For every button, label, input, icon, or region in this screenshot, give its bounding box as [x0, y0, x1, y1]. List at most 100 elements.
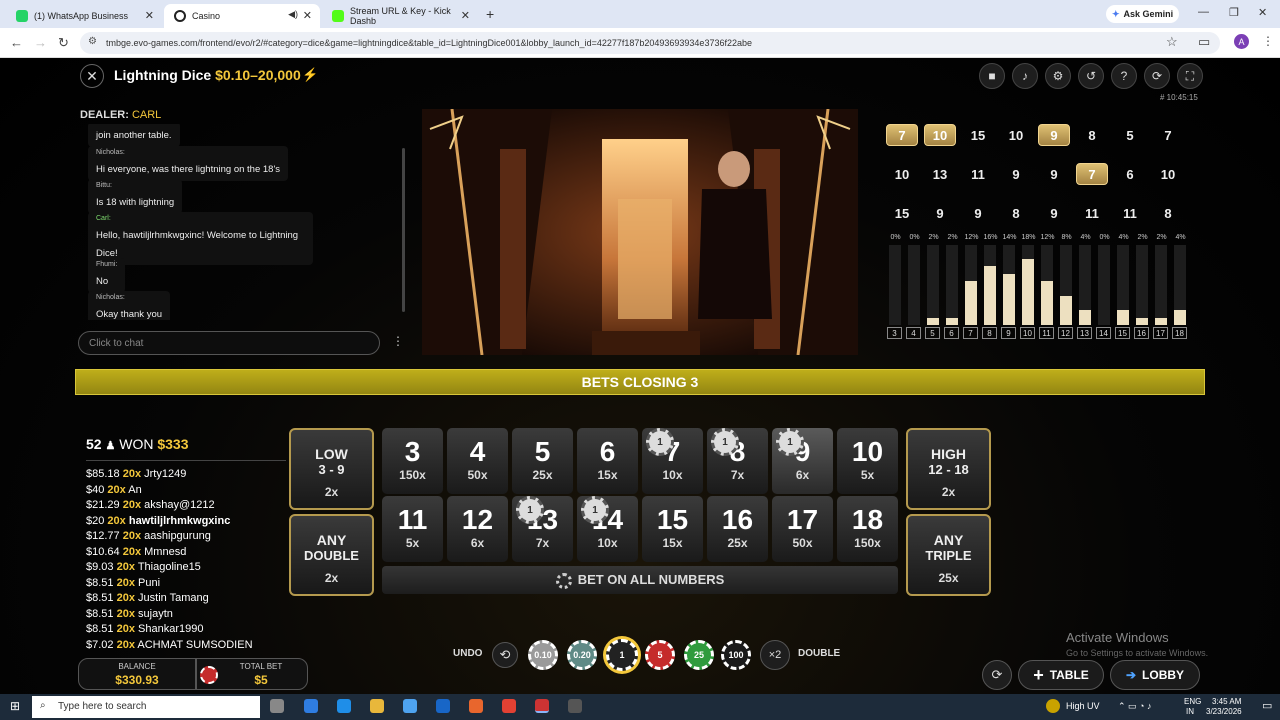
tab-title: Casino	[192, 11, 221, 21]
tab-kick[interactable]: Stream URL & Key - Kick Dashb ✕	[322, 4, 478, 28]
refresh-button[interactable]: ⟳	[1144, 63, 1170, 89]
chat-user: Carl:	[96, 215, 111, 222]
tab-title: Stream URL & Key - Kick Dashb	[350, 6, 451, 26]
bet-number-value: 18	[851, 504, 884, 535]
store-icon[interactable]	[403, 699, 417, 713]
windows-taskbar: ⊞ ⌕ Type here to search High UV ⌃ ▭ ◔ ♪ …	[0, 694, 1280, 720]
sidebar-icon[interactable]: ▭	[1198, 34, 1210, 50]
chrome-active-icon[interactable]	[535, 699, 549, 713]
tab-whatsapp[interactable]: (1) WhatsApp Business ✕	[6, 4, 162, 28]
ask-gemini-button[interactable]: ✦ Ask Gemini	[1106, 5, 1180, 23]
stat-number: 12	[1058, 327, 1073, 339]
chat-options-icon[interactable]: ⋮	[392, 334, 404, 348]
bet-high-title: HIGH	[931, 446, 966, 462]
chat-scrollbar[interactable]	[402, 148, 405, 312]
undo-button[interactable]: ⟲	[492, 642, 518, 668]
bet-number-value: 12	[461, 504, 494, 535]
winner-name: Justin Tamang	[138, 592, 209, 604]
winner-multiplier: 20x	[122, 530, 142, 542]
close-window-icon[interactable]: ✕	[1258, 6, 1267, 19]
task-view-icon[interactable]	[270, 699, 284, 713]
language-code[interactable]: ENG	[1184, 697, 1201, 706]
settings-button[interactable]: ⚙	[1045, 63, 1071, 89]
clock-time[interactable]: 3:45 AM	[1212, 697, 1241, 706]
speaker-icon[interactable]: ◀)	[288, 9, 298, 20]
bet-number-16[interactable]: 16 25x	[707, 496, 768, 562]
bet-number-value: 5	[534, 436, 551, 467]
bet-number-6[interactable]: 6 15x	[577, 428, 638, 494]
bet-any-double[interactable]: ANY DOUBLE 2x	[289, 514, 374, 596]
close-game-button[interactable]: ✕	[80, 64, 104, 88]
notification-icon[interactable]: ▭	[1262, 699, 1272, 712]
bet-high[interactable]: HIGH 12 - 18 2x	[906, 428, 991, 510]
winner-multiplier: 20x	[116, 576, 135, 589]
taskbar-search-input[interactable]: ⌕ Type here to search	[32, 696, 260, 718]
stat-number: 9	[1001, 327, 1016, 339]
winner-row: $20 20x hawtiljlrhmkwgxinc	[86, 515, 230, 527]
file-explorer-icon[interactable]	[370, 699, 384, 713]
chip-100[interactable]: 100	[721, 640, 751, 670]
copilot-icon[interactable]	[304, 699, 318, 713]
minimize-icon[interactable]: —	[1198, 6, 1209, 18]
winner-multiplier: 20x	[122, 499, 142, 511]
help-button[interactable]: ?	[1111, 63, 1137, 89]
bet-on-all-numbers-button[interactable]: BET ON ALL NUMBERS	[382, 566, 898, 594]
close-tab-icon[interactable]: ✕	[303, 9, 312, 22]
tab-casino[interactable]: Casino ◀) ✕	[164, 4, 320, 28]
edge-icon[interactable]	[337, 699, 351, 713]
menu-dots-icon[interactable]: ⋮	[1262, 34, 1274, 48]
mail-icon[interactable]	[436, 699, 450, 713]
chat-text: Is 18 with lightning	[96, 197, 175, 208]
chrome-icon[interactable]	[502, 699, 516, 713]
table-button[interactable]: + TABLE	[1018, 660, 1104, 690]
double-button[interactable]: ×2	[760, 640, 790, 670]
fullscreen-button[interactable]: ⛶	[1177, 63, 1203, 89]
chip-0.10[interactable]: 0.10	[528, 640, 558, 670]
history-result: 10	[1008, 127, 1024, 143]
stat-number: 7	[963, 327, 978, 339]
history-button[interactable]: ↺	[1078, 63, 1104, 89]
tray-icons[interactable]: ⌃ ▭ ◔ ♪	[1118, 701, 1151, 712]
sound-button[interactable]: ♪	[1012, 63, 1038, 89]
chat-input[interactable]: Click to chat	[78, 331, 380, 355]
chip-5[interactable]: 5	[645, 640, 675, 670]
chat-text: Hello, hawtiljlrhmkwgxinc! Welcome to Li…	[96, 230, 299, 259]
site-info-icon[interactable]: ⚙	[88, 36, 97, 47]
bet-number-3[interactable]: 3 150x	[382, 428, 443, 494]
repeat-bet-button[interactable]: ⟳	[982, 660, 1012, 690]
app-icon[interactable]	[568, 699, 582, 713]
forward-icon[interactable]: →	[34, 35, 47, 50]
bet-number-12[interactable]: 12 6x	[447, 496, 508, 562]
chip-0.20[interactable]: 0.20	[567, 640, 597, 670]
bookmark-star-icon[interactable]: ☆	[1166, 34, 1178, 50]
bet-low-title: LOW	[315, 446, 348, 462]
chip-25[interactable]: 25	[684, 640, 714, 670]
reload-icon[interactable]: ↻	[58, 35, 69, 51]
bet-any-triple[interactable]: ANY TRIPLE 25x	[906, 514, 991, 596]
history-result: 11	[1085, 205, 1099, 221]
bet-number-10[interactable]: 10 5x	[837, 428, 898, 494]
close-tab-icon[interactable]: ✕	[145, 9, 154, 22]
new-tab-icon[interactable]: +	[486, 6, 494, 22]
history-result: 11	[971, 166, 985, 182]
lightning-pin-icon[interactable]: ⚡	[302, 67, 318, 83]
bet-number-18[interactable]: 18 150x	[837, 496, 898, 562]
back-icon[interactable]: ←	[10, 35, 23, 50]
bet-number-5[interactable]: 5 25x	[512, 428, 573, 494]
bet-number-4[interactable]: 4 50x	[447, 428, 508, 494]
bet-number-11[interactable]: 11 5x	[382, 496, 443, 562]
bet-number-17[interactable]: 17 50x	[772, 496, 833, 562]
video-toggle-button[interactable]: ■	[979, 63, 1005, 89]
url-field[interactable]: ⚙ tmbge.evo-games.com/frontend/evo/r2/#c…	[80, 32, 1220, 54]
profile-avatar[interactable]: A	[1234, 34, 1249, 49]
lobby-button[interactable]: ➔ LOBBY	[1110, 660, 1200, 690]
winner-amount: $8.51	[86, 607, 114, 620]
bet-number-15[interactable]: 15 15x	[642, 496, 703, 562]
close-tab-icon[interactable]: ✕	[461, 9, 470, 22]
bet-low[interactable]: LOW 3 - 9 2x	[289, 428, 374, 510]
restore-icon[interactable]: ❐	[1229, 6, 1239, 19]
dice-tower-video-image	[422, 109, 858, 355]
chip-1[interactable]: 1	[606, 639, 638, 671]
windows-start-icon[interactable]: ⊞	[10, 699, 20, 713]
firefox-icon[interactable]	[469, 699, 483, 713]
